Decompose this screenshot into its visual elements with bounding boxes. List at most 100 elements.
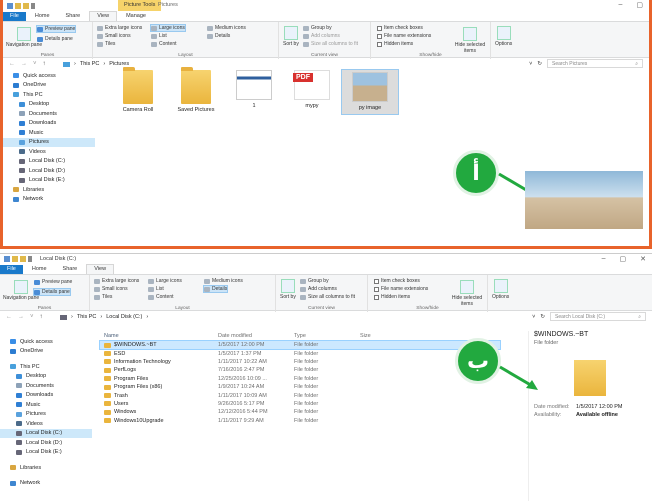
column-name[interactable]: Name: [100, 333, 218, 339]
large-icons-option[interactable]: Large icons: [148, 278, 182, 284]
group-by-button[interactable]: Group by: [300, 278, 329, 284]
nav-this-pc[interactable]: This PC: [3, 90, 95, 100]
tiles-option[interactable]: Tiles: [97, 41, 115, 47]
table-row[interactable]: PerfLogs 7/16/2016 2:47 PM File folder: [100, 366, 500, 374]
table-row[interactable]: Program Files 12/25/2016 10:09 ... File …: [100, 375, 500, 383]
item-1[interactable]: 1: [226, 70, 282, 109]
tab-file[interactable]: File: [3, 12, 26, 21]
details-option[interactable]: Details: [207, 33, 230, 39]
large-icons-option[interactable]: Large icons: [150, 24, 186, 32]
dropdown-icon[interactable]: [28, 256, 32, 262]
maximize-icon[interactable]: ▢: [636, 1, 643, 9]
content-option[interactable]: Content: [148, 294, 174, 300]
nav-downloads[interactable]: Downloads: [0, 391, 92, 401]
nav-downloads[interactable]: Downloads: [3, 119, 95, 129]
tab-file[interactable]: File: [0, 265, 23, 274]
list-option[interactable]: List: [148, 286, 164, 292]
nav-onedrive[interactable]: OneDrive: [0, 347, 92, 357]
new-folder-icon[interactable]: [23, 2, 29, 9]
small-icons-option[interactable]: Small icons: [94, 286, 128, 292]
dropdown-icon[interactable]: [31, 2, 35, 9]
item-saved-pictures[interactable]: Saved Pictures: [168, 67, 224, 113]
item-check-boxes[interactable]: Item check boxes: [374, 278, 420, 284]
table-row[interactable]: Users 9/26/2016 5:17 PM File folder: [100, 400, 500, 408]
refresh-icon[interactable]: ↻: [540, 314, 545, 320]
recent-icon[interactable]: ˅: [30, 314, 34, 320]
list-option[interactable]: List: [151, 33, 167, 39]
forward-icon[interactable]: →: [21, 61, 27, 67]
nav-pictures[interactable]: Pictures: [0, 410, 92, 420]
table-row[interactable]: Information Technology 1/11/2017 10:22 A…: [100, 358, 500, 366]
tab-home[interactable]: Home: [28, 12, 57, 21]
item-mypy[interactable]: PDF mypy: [284, 70, 340, 109]
add-columns-button[interactable]: Add columns: [300, 286, 337, 292]
sort-by-button[interactable]: Sort by: [283, 26, 299, 47]
tab-home[interactable]: Home: [25, 265, 54, 274]
nav-videos[interactable]: Videos: [0, 419, 92, 429]
nav-quick-access[interactable]: Quick access: [0, 337, 92, 347]
details-option[interactable]: Details: [202, 285, 229, 293]
hidden-items[interactable]: Hidden items: [377, 41, 413, 47]
minimize-icon[interactable]: –: [618, 1, 622, 9]
group-by-button[interactable]: Group by: [303, 25, 332, 31]
file-extensions[interactable]: File name extensions: [377, 33, 431, 39]
up-icon[interactable]: ↑: [43, 61, 46, 67]
column-size[interactable]: Size: [360, 333, 400, 339]
recent-icon[interactable]: ˅: [33, 61, 37, 67]
file-extensions[interactable]: File name extensions: [374, 286, 428, 292]
table-row[interactable]: Windows10Upgrade 1/11/2017 9:29 AM File …: [100, 417, 500, 425]
tab-share[interactable]: Share: [56, 265, 85, 274]
properties-icon[interactable]: [12, 256, 18, 262]
minimize-icon[interactable]: –: [602, 255, 606, 263]
table-row[interactable]: ESD 1/5/2017 1:37 PM File folder: [100, 349, 500, 357]
item-py-image[interactable]: py image: [341, 69, 399, 115]
nav-videos[interactable]: Videos: [3, 147, 95, 157]
chevron-down-icon[interactable]: ˅: [532, 314, 535, 320]
nav-local-disk-e[interactable]: Local Disk (E:): [3, 176, 95, 186]
nav-local-disk-c[interactable]: Local Disk (C:): [0, 428, 92, 438]
add-columns-button[interactable]: Add columns: [303, 33, 340, 39]
nav-local-disk-e[interactable]: Local Disk (E:): [0, 448, 92, 458]
search-input[interactable]: Search Pictures ⌕: [547, 59, 643, 68]
refresh-icon[interactable]: ↻: [537, 61, 542, 67]
nav-local-disk-d[interactable]: Local Disk (D:): [0, 438, 92, 448]
small-icons-option[interactable]: Small icons: [97, 33, 131, 39]
maximize-icon[interactable]: ▢: [620, 255, 627, 263]
tab-view[interactable]: View: [89, 11, 118, 21]
nav-local-disk-c[interactable]: Local Disk (C:): [3, 157, 95, 167]
medium-icons-option[interactable]: Medium icons: [207, 25, 246, 31]
nav-music[interactable]: Music: [3, 128, 95, 138]
nav-network[interactable]: Network: [3, 195, 95, 205]
table-row[interactable]: Program Files (x86) 1/9/2017 10:24 AM Fi…: [100, 383, 500, 391]
pane-divider[interactable]: [528, 331, 529, 501]
column-type[interactable]: Type: [294, 333, 360, 339]
tab-manage[interactable]: Manage: [119, 12, 153, 21]
nav-desktop[interactable]: Desktop: [0, 372, 92, 382]
search-input[interactable]: Search Local Disk (C:) ⌕: [550, 312, 646, 321]
properties-icon[interactable]: [15, 2, 21, 9]
breadcrumb[interactable]: › This PC › Pictures: [63, 61, 129, 67]
item-check-boxes[interactable]: Item check boxes: [377, 25, 423, 31]
tiles-option[interactable]: Tiles: [94, 294, 112, 300]
preview-pane-button[interactable]: Preview pane: [35, 25, 77, 33]
size-columns-button[interactable]: Size all columns to fit: [300, 294, 355, 300]
table-row[interactable]: Trash 1/11/2017 10:09 AM File folder: [100, 391, 500, 399]
nav-local-disk-d[interactable]: Local Disk (D:): [3, 166, 95, 176]
table-row[interactable]: Windows 12/12/2016 5:44 PM File folder: [100, 408, 500, 416]
details-pane-button[interactable]: Details pane: [37, 36, 73, 42]
details-pane-button[interactable]: Details pane: [33, 288, 71, 296]
forward-icon[interactable]: →: [18, 314, 24, 320]
item-camera-roll[interactable]: Camera Roll: [110, 67, 166, 113]
back-icon[interactable]: ←: [6, 314, 12, 320]
hidden-items[interactable]: Hidden items: [374, 294, 410, 300]
nav-pictures[interactable]: Pictures: [3, 137, 95, 147]
options-button[interactable]: Options: [495, 26, 512, 47]
extra-large-icons-option[interactable]: Extra large icons: [94, 278, 139, 284]
nav-network[interactable]: Network: [0, 479, 92, 489]
chevron-down-icon[interactable]: ˅: [529, 61, 532, 67]
hide-selected-button[interactable]: Hide selected items: [451, 27, 489, 54]
up-icon[interactable]: ↑: [40, 314, 43, 320]
nav-documents[interactable]: Documents: [0, 381, 92, 391]
table-row[interactable]: $WINDOWS.~BT 1/5/2017 12:00 PM File fold…: [99, 339, 501, 351]
sort-by-button[interactable]: Sort by: [280, 279, 296, 300]
